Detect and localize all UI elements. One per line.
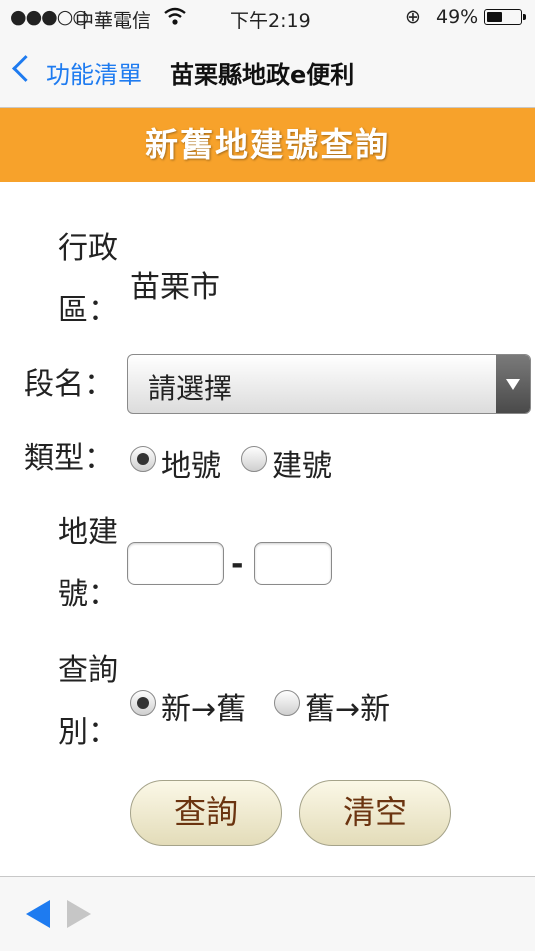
- navigation-bar: 功能清單 苗栗縣地政e便利: [0, 36, 535, 108]
- type-radio-land[interactable]: [130, 446, 156, 472]
- dropdown-arrow-icon[interactable]: [496, 355, 530, 413]
- back-chevron-icon[interactable]: [12, 55, 39, 82]
- clear-button[interactable]: 清空: [299, 780, 451, 846]
- rotation-lock-icon: ⊕: [405, 6, 421, 28]
- carrier-name: 中華電信: [75, 10, 152, 32]
- direction-label-line1: 查詢: [58, 653, 118, 688]
- direction-radio-new-to-old-label[interactable]: 新→舊: [161, 684, 246, 728]
- section-select[interactable]: 請選擇: [127, 354, 531, 414]
- back-button[interactable]: 功能清單: [46, 55, 142, 90]
- bottom-toolbar: [0, 876, 535, 951]
- browser-back-icon[interactable]: [26, 900, 50, 928]
- number-input-main[interactable]: [127, 542, 224, 585]
- section-banner: 新舊地建號查詢: [0, 108, 535, 182]
- direction-radio-old-to-new-label[interactable]: 舊→新: [305, 684, 390, 728]
- district-label-line2: 區：: [58, 293, 118, 328]
- type-label: 類型：: [24, 441, 114, 476]
- direction-radio-new-to-old[interactable]: [130, 690, 156, 716]
- section-select-value: 請選擇: [148, 372, 233, 405]
- type-radio-land-label[interactable]: 地號: [161, 441, 221, 485]
- direction-radio-old-to-new[interactable]: [274, 690, 300, 716]
- battery-level: [487, 12, 502, 22]
- number-label-line2: 號：: [58, 577, 118, 612]
- number-input-sub[interactable]: [254, 542, 332, 585]
- page-title: 苗栗縣地政e便利: [170, 61, 355, 89]
- type-radio-building[interactable]: [241, 446, 267, 472]
- battery-percent: 49%: [436, 6, 479, 28]
- district-value: 苗栗市: [130, 270, 220, 305]
- number-separator: -: [231, 547, 244, 582]
- battery-icon: [484, 9, 526, 25]
- direction-label-line2: 別：: [58, 715, 118, 750]
- district-label-line1: 行政: [58, 231, 118, 266]
- type-radio-building-label[interactable]: 建號: [272, 441, 332, 485]
- number-label-line1: 地建: [58, 515, 118, 550]
- wifi-icon: [163, 6, 187, 31]
- browser-forward-icon[interactable]: [67, 900, 91, 928]
- status-time: 下午2:19: [230, 10, 311, 32]
- section-label: 段名：: [24, 367, 114, 402]
- query-button[interactable]: 查詢: [130, 780, 282, 846]
- status-bar: ●●●○○ 中華電信 下午2:19 ⊕ 49%: [0, 0, 535, 36]
